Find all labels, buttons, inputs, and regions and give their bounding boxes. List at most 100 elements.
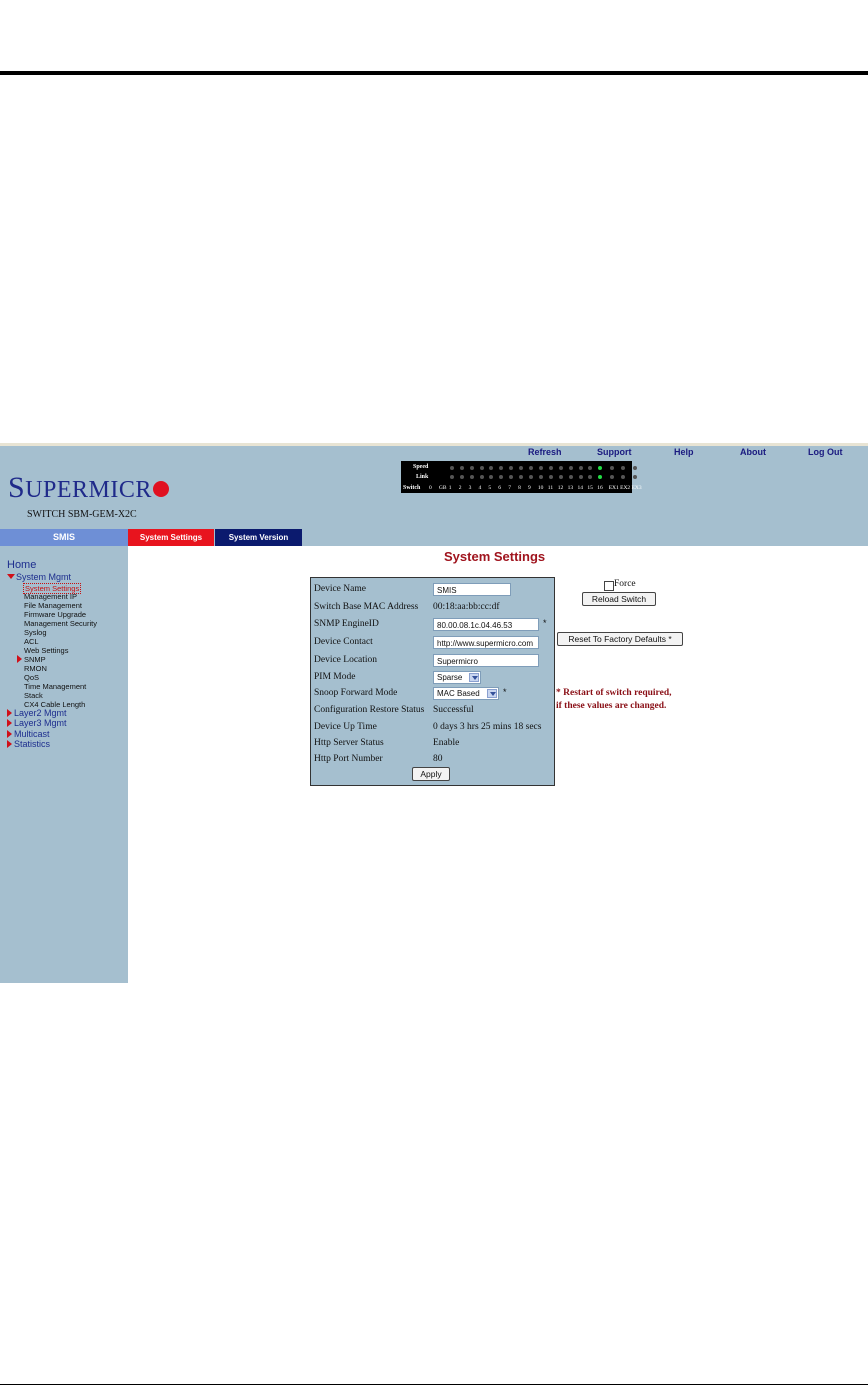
chevron-down-icon[interactable]	[469, 673, 479, 682]
restart-warning-line2: if these values are changed.	[556, 701, 667, 711]
nav-firmware-upgrade[interactable]: Firmware Upgrade	[24, 610, 86, 619]
nav-management-ip[interactable]: Management IP	[24, 592, 77, 601]
header-top-strip	[0, 443, 868, 446]
nav-layer3-label: Layer3 Mgmt	[14, 718, 67, 728]
engine-id-input[interactable]: 80.00.08.1c.04.46.53	[433, 618, 539, 631]
collapsed-arrow-icon	[7, 740, 12, 748]
system-settings-form: Device Name SMIS Switch Base MAC Address…	[310, 577, 555, 786]
nav-file-management[interactable]: File Management	[24, 601, 82, 610]
port-link-led-icon	[632, 475, 637, 479]
engine-id-label: SNMP EngineID	[314, 619, 379, 629]
pim-mode-select[interactable]: Sparse	[433, 671, 481, 684]
port-link-led-icon	[588, 475, 593, 479]
force-checkbox[interactable]	[604, 581, 614, 591]
logo-dot-icon	[152, 481, 169, 497]
nav-management-security[interactable]: Management Security	[24, 619, 97, 628]
nav-layer3-mgmt[interactable]: Layer3 Mgmt	[7, 718, 67, 728]
web-ui-screenshot: Refresh Support Help About Log Out SUPER…	[0, 443, 868, 983]
nav-stack[interactable]: Stack	[24, 691, 43, 700]
nav-rmon[interactable]: RMON	[24, 664, 47, 673]
document-bottom-rule	[0, 1384, 868, 1385]
refresh-link[interactable]: Refresh	[528, 447, 562, 457]
port-speed-led-icon	[578, 466, 583, 470]
nav-layer2-label: Layer2 Mgmt	[14, 708, 67, 718]
snoop-forward-label: Snoop Forward Mode	[314, 688, 398, 698]
port-speed-led-icon	[519, 466, 524, 470]
device-name-input[interactable]: SMIS	[433, 583, 511, 596]
reset-factory-defaults-button[interactable]: Reset To Factory Defaults *	[557, 632, 683, 646]
port-link-led-icon	[529, 475, 533, 479]
port-speed-led-icon	[449, 466, 454, 470]
nav-system-mgmt-label: System Mgmt	[16, 572, 72, 582]
pim-mode-label: PIM Mode	[314, 672, 356, 682]
chevron-down-icon[interactable]	[487, 689, 497, 698]
port-number-label: 0	[429, 485, 432, 491]
port-number-label: 16	[597, 485, 603, 491]
port-link-led-icon	[499, 475, 504, 479]
reload-switch-button[interactable]: Reload Switch	[582, 592, 656, 606]
port-speed-led-icon	[459, 466, 464, 470]
port-link-led-icon	[479, 475, 484, 479]
port-link-led-icon	[609, 475, 614, 479]
nav-qos[interactable]: QoS	[24, 673, 39, 682]
pim-mode-value: Sparse	[437, 673, 463, 682]
port-speed-led-icon	[509, 466, 514, 470]
port-speed-led-icon	[609, 466, 614, 470]
nav-web-settings[interactable]: Web Settings	[24, 646, 68, 655]
port-link-led-icon	[548, 475, 553, 479]
switch-label: Switch	[403, 485, 421, 491]
tab-system-version[interactable]: System Version	[215, 529, 302, 546]
about-link[interactable]: About	[740, 447, 766, 457]
device-contact-input[interactable]: http://www.supermicro.com	[433, 636, 539, 649]
nav-multicast-label: Multicast	[14, 729, 50, 739]
nav-acl[interactable]: ACL	[24, 637, 39, 646]
device-name-label: Device Name	[314, 584, 366, 594]
nav-statistics[interactable]: Statistics	[7, 739, 50, 749]
port-speed-led-icon	[621, 466, 626, 470]
port-number-label: 10	[537, 485, 544, 491]
nav-home[interactable]: Home	[7, 559, 36, 571]
help-link[interactable]: Help	[674, 447, 694, 457]
mac-label: Switch Base MAC Address	[314, 602, 419, 612]
speed-label: Speed	[413, 464, 429, 470]
logout-link[interactable]: Log Out	[808, 447, 843, 457]
support-link[interactable]: Support	[597, 447, 632, 457]
port-link-led-icon	[469, 475, 474, 479]
port-number-label: EX1	[608, 485, 619, 491]
port-number-label: GB	[438, 485, 447, 491]
restore-status-value: Successful	[433, 705, 474, 715]
port-number-label: 2	[458, 485, 462, 491]
device-location-input[interactable]: Supermicro	[433, 654, 539, 667]
logo-text: UPERMICR	[25, 477, 152, 503]
expanded-arrow-icon	[7, 574, 15, 579]
tab-smis[interactable]: SMIS	[0, 529, 128, 546]
apply-button[interactable]: Apply	[412, 767, 450, 781]
port-number-label: EX2	[620, 485, 631, 491]
nav-syslog[interactable]: Syslog	[24, 628, 47, 637]
document-top-rule	[0, 71, 868, 75]
port-link-led-icon	[449, 475, 454, 479]
nav-system-mgmt[interactable]: System Mgmt	[7, 572, 71, 582]
port-number-label: 8	[518, 485, 521, 491]
tab-system-settings[interactable]: System Settings	[128, 529, 214, 546]
port-number-label: 3	[468, 485, 472, 491]
port-number-label: 11	[547, 485, 554, 491]
nav-time-management[interactable]: Time Management	[24, 682, 86, 691]
nav-statistics-label: Statistics	[14, 739, 51, 749]
nav-layer2-mgmt[interactable]: Layer2 Mgmt	[7, 708, 67, 718]
port-speed-led-icon	[588, 466, 593, 470]
nav-multicast[interactable]: Multicast	[7, 729, 50, 739]
snoop-forward-select[interactable]: MAC Based	[433, 687, 499, 700]
restart-warning-line1: * Restart of switch required,	[556, 688, 672, 698]
http-status-value: Enable	[433, 738, 460, 748]
port-link-led-icon	[519, 475, 524, 479]
port-number-label: 4	[478, 485, 482, 491]
port-number-label: 13	[567, 485, 574, 491]
port-link-led-icon	[598, 475, 603, 479]
nav-snmp[interactable]: SNMP	[17, 655, 46, 664]
collapsed-arrow-icon	[7, 730, 12, 738]
top-links: Refresh Support Help About Log Out	[0, 447, 868, 459]
port-speed-led-icon	[538, 466, 543, 470]
port-speed-led-icon	[548, 466, 553, 470]
force-label: Force	[614, 579, 636, 589]
